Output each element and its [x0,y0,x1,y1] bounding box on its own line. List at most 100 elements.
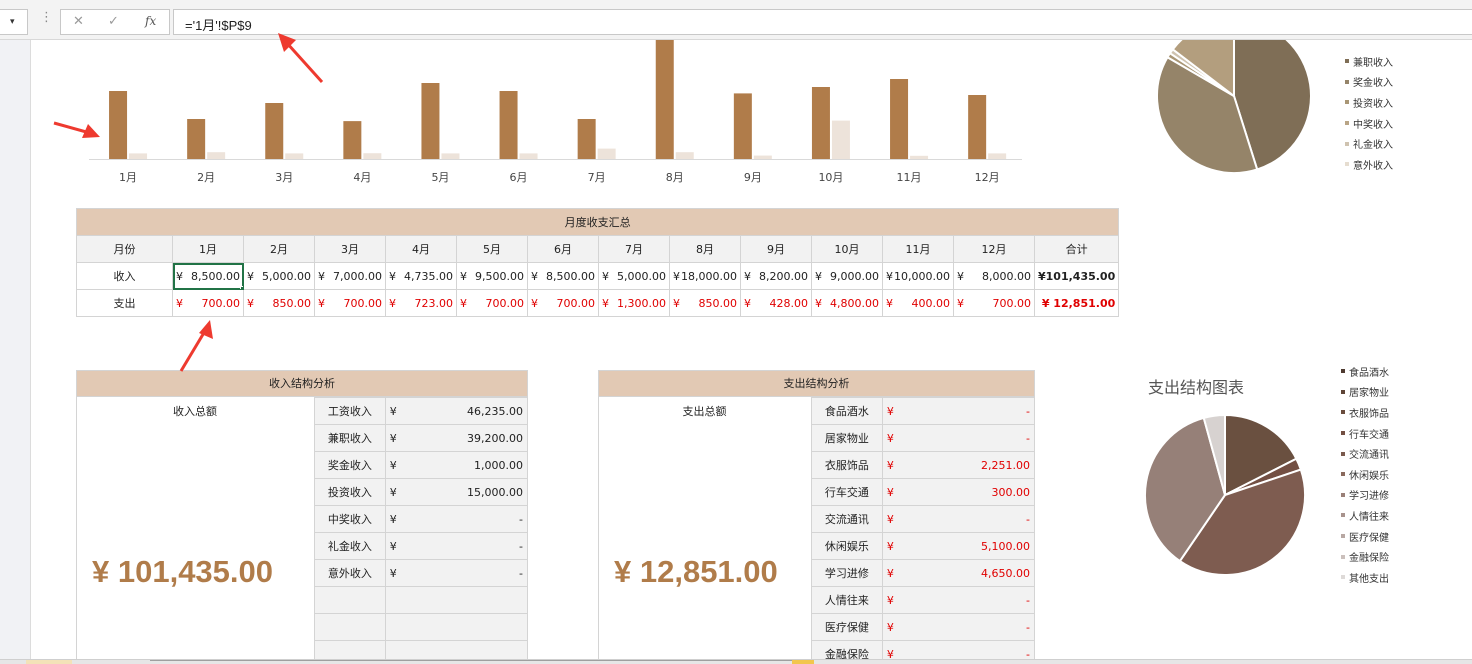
value-cell[interactable]: ¥1,300.00 [598,289,670,317]
value-cell[interactable]: ¥18,000.00 [669,262,741,290]
value-cell[interactable]: ¥8,000.00 [953,262,1035,290]
header-cell[interactable]: 10月 [811,235,883,263]
expense-bar[interactable] [831,120,850,159]
item-name[interactable] [314,613,386,641]
row-label[interactable]: 支出 [76,289,173,317]
item-name[interactable]: 居家物业 [811,424,883,452]
value-cell[interactable]: ¥4,800.00 [811,289,883,317]
value-cell[interactable]: ¥5,000.00 [243,262,315,290]
confirm-icon[interactable]: ✓ [108,14,119,29]
legend-item[interactable]: 其他支出 [1341,567,1389,588]
expense-bar[interactable] [207,152,226,159]
header-cell[interactable]: 6月 [527,235,599,263]
item-value[interactable] [384,586,529,614]
legend-item[interactable]: 学习进修 [1341,485,1389,506]
expense-bar[interactable] [285,153,304,159]
income-bar[interactable] [968,95,987,159]
header-cell[interactable]: 11月 [882,235,954,263]
value-cell[interactable]: ¥850.00 [243,289,315,317]
legend-item[interactable]: 投资收入 [1345,92,1393,113]
item-value[interactable]: ¥4,650.00 [881,559,1036,587]
income-bar[interactable] [187,119,206,159]
item-value[interactable]: ¥ - [384,559,529,587]
value-cell[interactable]: ¥700.00 [527,289,599,317]
item-value[interactable]: ¥ - [881,613,1036,641]
item-value[interactable]: ¥15,000.00 [384,478,529,506]
item-name[interactable]: 意外收入 [314,559,386,587]
legend-item[interactable]: 意外收入 [1345,154,1393,175]
expense-bar[interactable] [441,153,460,159]
legend-item[interactable]: 兼职收入 [1345,51,1393,72]
value-cell[interactable]: ¥8,200.00 [740,262,812,290]
legend-item[interactable]: 人情往来 [1341,505,1389,526]
value-cell[interactable]: ¥700.00 [953,289,1035,317]
expense-pie-chart[interactable] [1135,405,1315,585]
item-value[interactable]: ¥300.00 [881,478,1036,506]
header-cell[interactable]: 1月 [172,235,244,263]
item-name[interactable]: 食品酒水 [811,397,883,425]
item-value[interactable] [384,613,529,641]
income-bar[interactable] [577,119,596,159]
value-cell[interactable]: ¥723.00 [385,289,457,317]
legend-item[interactable]: 衣服饰品 [1341,402,1389,423]
expense-bar[interactable] [519,153,538,159]
monthly-bar-chart[interactable]: 1月 2月 3月 4月 5月 6月 7月 8月 9月 10月 11月 12月 [0,40,1100,200]
item-name[interactable]: 衣服饰品 [811,451,883,479]
item-name[interactable]: 投资收入 [314,478,386,506]
value-cell[interactable]: ¥5,000.00 [598,262,670,290]
legend-item[interactable]: 礼金收入 [1345,133,1393,154]
legend-item[interactable]: 金融保险 [1341,546,1389,567]
item-name[interactable] [314,586,386,614]
item-value[interactable]: ¥ - [881,397,1036,425]
chevron-down-icon[interactable]: ▾ [10,17,15,27]
item-name[interactable]: 礼金收入 [314,532,386,560]
expense-bar[interactable] [910,155,929,159]
item-name[interactable]: 行车交通 [811,478,883,506]
value-cell[interactable]: ¥428.00 [740,289,812,317]
item-name[interactable]: 医疗保健 [811,613,883,641]
expense-bar[interactable] [675,152,694,159]
legend-item[interactable]: 食品酒水 [1341,361,1389,382]
legend-item[interactable]: 中奖收入 [1345,113,1393,134]
header-cell[interactable]: 12月 [953,235,1035,263]
header-cell[interactable]: 5月 [456,235,528,263]
item-value[interactable]: ¥ - [881,586,1036,614]
item-value[interactable]: ¥1,000.00 [384,451,529,479]
income-bar[interactable] [265,103,284,159]
income-total-cell[interactable]: ¥101,435.00 [1033,262,1120,290]
income-bar[interactable] [811,87,830,159]
item-name[interactable]: 休闲娱乐 [811,532,883,560]
header-cell[interactable]: 9月 [740,235,812,263]
expense-total-cell[interactable]: ¥ 12,851.00 [1033,289,1120,317]
item-name[interactable]: 兼职收入 [314,424,386,452]
legend-item[interactable]: 休闲娱乐 [1341,464,1389,485]
function-icon[interactable]: fx [145,14,156,28]
income-bar[interactable] [733,93,752,159]
value-cell[interactable]: ¥9,000.00 [811,262,883,290]
expense-bar[interactable] [988,153,1007,159]
row-label[interactable]: 收入 [76,262,173,290]
item-name[interactable]: 学习进修 [811,559,883,587]
selected-cell[interactable]: ¥8,500.00 [172,262,244,290]
sheet-tab[interactable] [26,660,72,664]
expense-bar[interactable] [597,148,616,159]
value-cell[interactable]: ¥400.00 [882,289,954,317]
header-cell[interactable]: 7月 [598,235,670,263]
legend-item[interactable]: 医疗保健 [1341,526,1389,547]
item-value[interactable]: ¥5,100.00 [881,532,1036,560]
item-value[interactable]: ¥46,235.00 [384,397,529,425]
expense-bar[interactable] [753,155,772,159]
income-bar[interactable] [499,91,518,159]
item-name[interactable]: 中奖收入 [314,505,386,533]
item-value[interactable]: ¥ - [384,505,529,533]
header-cell[interactable]: 合计 [1033,235,1120,263]
value-cell[interactable]: ¥10,000.00 [882,262,954,290]
item-value[interactable]: ¥39,200.00 [384,424,529,452]
sheet-tab-strip[interactable] [0,659,1472,664]
item-name[interactable]: 交流通讯 [811,505,883,533]
header-cell[interactable]: 8月 [669,235,741,263]
header-cell[interactable]: 月份 [76,235,173,263]
sheet-tab-active[interactable] [792,660,814,664]
value-cell[interactable]: ¥7,000.00 [314,262,386,290]
formula-input[interactable]: ='1月'!$P$9 [173,9,1472,35]
